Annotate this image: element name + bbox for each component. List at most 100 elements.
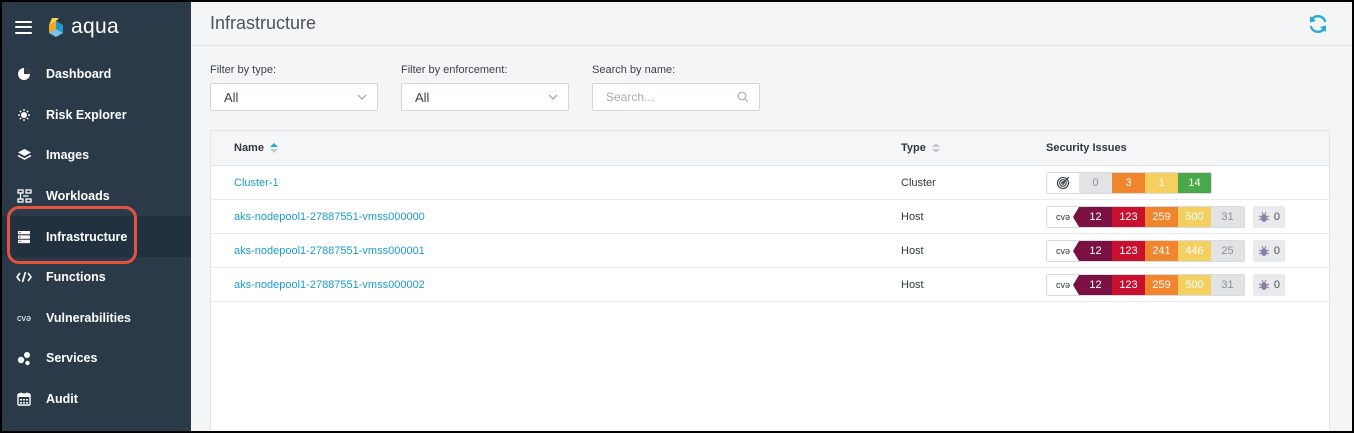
sidebar-item-label: Risk Explorer [46,107,127,122]
column-header-type[interactable]: Type [901,142,1037,154]
column-header-name[interactable]: Name [211,142,901,154]
infrastructure-table: Name Type Security Issues Cluster-1 Clus… [210,130,1330,431]
negligible-count: 31 [1211,274,1244,295]
risk-explorer-icon [16,107,32,123]
vulnerabilities-bar[interactable]: cvə 12 123 241 446 25 [1046,239,1245,262]
brand-bar: aqua [2,2,191,52]
resource-name-link[interactable]: aks-nodepool1-27887551-vmss000000 [234,211,425,223]
sidebar-item-label: Vulnerabilities [46,310,131,325]
sidebar-item-infrastructure[interactable]: Infrastructure [2,216,191,257]
malware-count: 0 [1273,278,1280,291]
security-issues: cvə 12 123 241 446 25 0 [1046,239,1285,262]
filters-bar: Filter by type: All Filter by enforcemen… [191,46,1352,111]
filter-enforcement-label: Filter by enforcement: [401,64,508,76]
malware-badge[interactable]: 0 [1253,239,1285,262]
audit-calendar-icon [16,391,32,407]
sidebar-item-label: Functions [46,270,106,285]
sidebar-item-workloads[interactable]: Workloads [2,176,191,217]
resource-name-link[interactable]: aks-nodepool1-27887551-vmss000002 [234,279,425,291]
row-security-cell: 0 3 1 14 [1046,171,1329,194]
row-security-cell: cvə 12 123 259 500 31 0 [1046,205,1329,228]
critical-count-value: 12 [1089,278,1102,291]
sidebar-item-vulnerabilities[interactable]: cvə Vulnerabilities [2,298,191,339]
aqua-logo[interactable]: aqua [45,15,119,39]
filter-type-value: All [224,89,239,105]
malware-count: 0 [1273,244,1280,257]
malware-count: 0 [1273,210,1280,223]
refresh-icon[interactable] [1306,12,1330,36]
sidebar-nav: Dashboard Risk Explorer Images Workloads [2,54,191,419]
sidebar-item-audit[interactable]: Audit [2,379,191,420]
table-row: aks-nodepool1-27887551-vmss000002 Host c… [211,268,1329,302]
sidebar-item-label: Images [46,148,90,163]
vulnerabilities-bar[interactable]: cvə 12 123 259 500 31 [1046,273,1245,296]
high-count: 123 [1112,274,1145,295]
column-header-name-label: Name [234,142,264,154]
resource-name-link[interactable]: Cluster-1 [234,177,279,189]
app-name: aqua [71,15,119,38]
row-name-cell: Cluster-1 [211,177,901,189]
main-content: Infrastructure Filter by type: All Filte… [191,2,1352,431]
low-count: 500 [1178,206,1211,227]
search-label: Search by name: [592,64,676,76]
filter-type-select[interactable]: All [210,83,378,111]
sort-icon[interactable] [931,143,940,153]
row-security-cell: cvə 12 123 259 500 31 0 [1046,273,1329,296]
hamburger-menu-icon[interactable] [15,20,32,34]
filter-enforcement-select[interactable]: All [401,83,569,111]
workloads-icon [16,188,32,204]
high-count: 123 [1112,206,1145,227]
chevron-down-icon [548,94,558,100]
sidebar: aqua Dashboard Risk Explorer Images Work… [2,2,191,431]
sidebar-item-label: Dashboard [46,67,112,82]
sidebar-item-label: Workloads [46,189,110,204]
low-count: 500 [1178,274,1211,295]
table-header: Name Type Security Issues [211,131,1329,166]
search-icon[interactable] [737,91,749,103]
critical-count: 12 [1073,274,1112,295]
low-count: 446 [1178,240,1211,261]
resource-name-link[interactable]: aks-nodepool1-27887551-vmss000001 [234,245,425,257]
filter-type: Filter by type: All [210,64,378,111]
count-cell: 1 [1145,172,1178,193]
sort-ascending-icon[interactable] [269,143,278,153]
filter-enforcement: Filter by enforcement: All [401,64,569,111]
sidebar-item-services[interactable]: Services [2,338,191,379]
count-cell: 3 [1112,172,1145,193]
row-type-cell: Host [901,210,924,223]
row-name-cell: aks-nodepool1-27887551-vmss000002 [211,279,901,291]
aqua-logo-icon [49,18,63,37]
medium-count: 259 [1145,274,1178,295]
malware-badge[interactable]: 0 [1253,273,1285,296]
filter-search: Search by name: [592,64,760,111]
negligible-count: 31 [1211,206,1244,227]
table-row: Cluster-1 Cluster 0 3 1 14 [211,166,1329,200]
sidebar-item-risk-explorer[interactable]: Risk Explorer [2,95,191,136]
row-security-cell: cvə 12 123 241 446 25 0 [1046,239,1329,262]
security-issues-bar[interactable]: 0 3 1 14 [1046,171,1212,194]
dashboard-icon [16,66,32,82]
sidebar-item-functions[interactable]: Functions [2,257,191,298]
negligible-count: 25 [1211,240,1244,261]
security-issues: cvə 12 123 259 500 31 0 [1046,273,1285,296]
row-type-cell: Host [901,244,924,257]
row-type-cell: Host [901,278,924,291]
row-type-cell: Cluster [901,176,936,189]
chevron-down-icon [357,94,367,100]
search-input[interactable] [606,90,726,104]
target-icon [1047,172,1079,193]
high-count: 123 [1112,240,1145,261]
sidebar-item-label: Audit [46,392,78,407]
critical-count: 12 [1073,206,1112,227]
vulnerabilities-bar[interactable]: cvə 12 123 259 500 31 [1046,205,1245,228]
bug-icon [1258,245,1270,256]
column-header-security: Security Issues [1046,142,1329,154]
filter-enforcement-value: All [415,89,430,105]
row-name-cell: aks-nodepool1-27887551-vmss000001 [211,245,901,257]
column-header-security-label: Security Issues [1046,142,1127,154]
malware-badge[interactable]: 0 [1253,205,1285,228]
sidebar-item-dashboard[interactable]: Dashboard [2,54,191,95]
app-window: aqua Dashboard Risk Explorer Images Work… [2,2,1352,431]
sidebar-item-images[interactable]: Images [2,135,191,176]
page-header: Infrastructure [191,2,1352,46]
